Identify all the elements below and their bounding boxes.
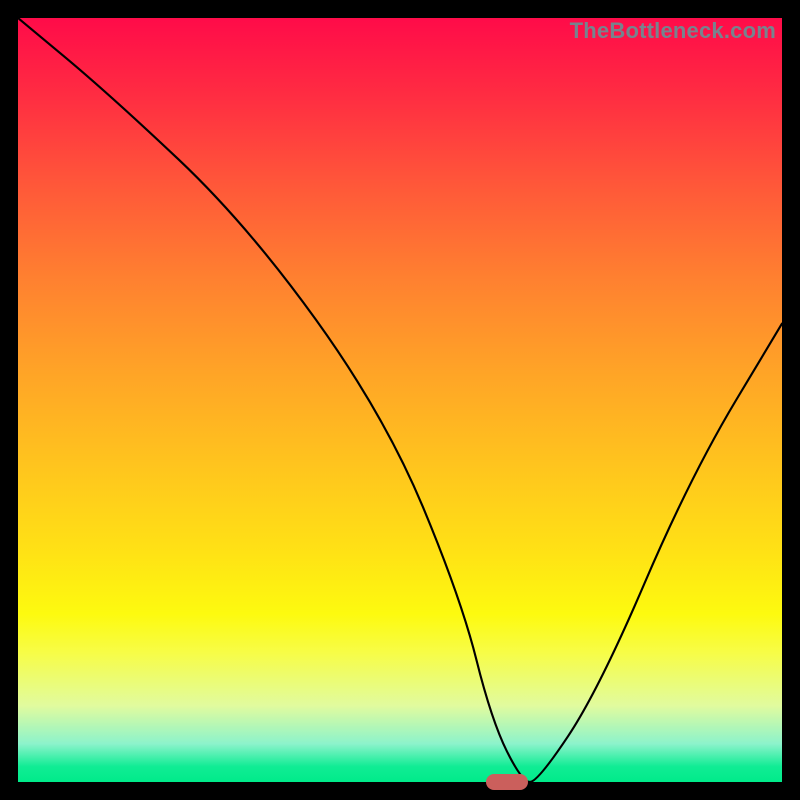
- optimum-marker: [486, 774, 528, 791]
- bottleneck-curve: [18, 18, 782, 782]
- chart-container: TheBottleneck.com: [0, 0, 800, 800]
- plot-area: TheBottleneck.com: [18, 18, 782, 782]
